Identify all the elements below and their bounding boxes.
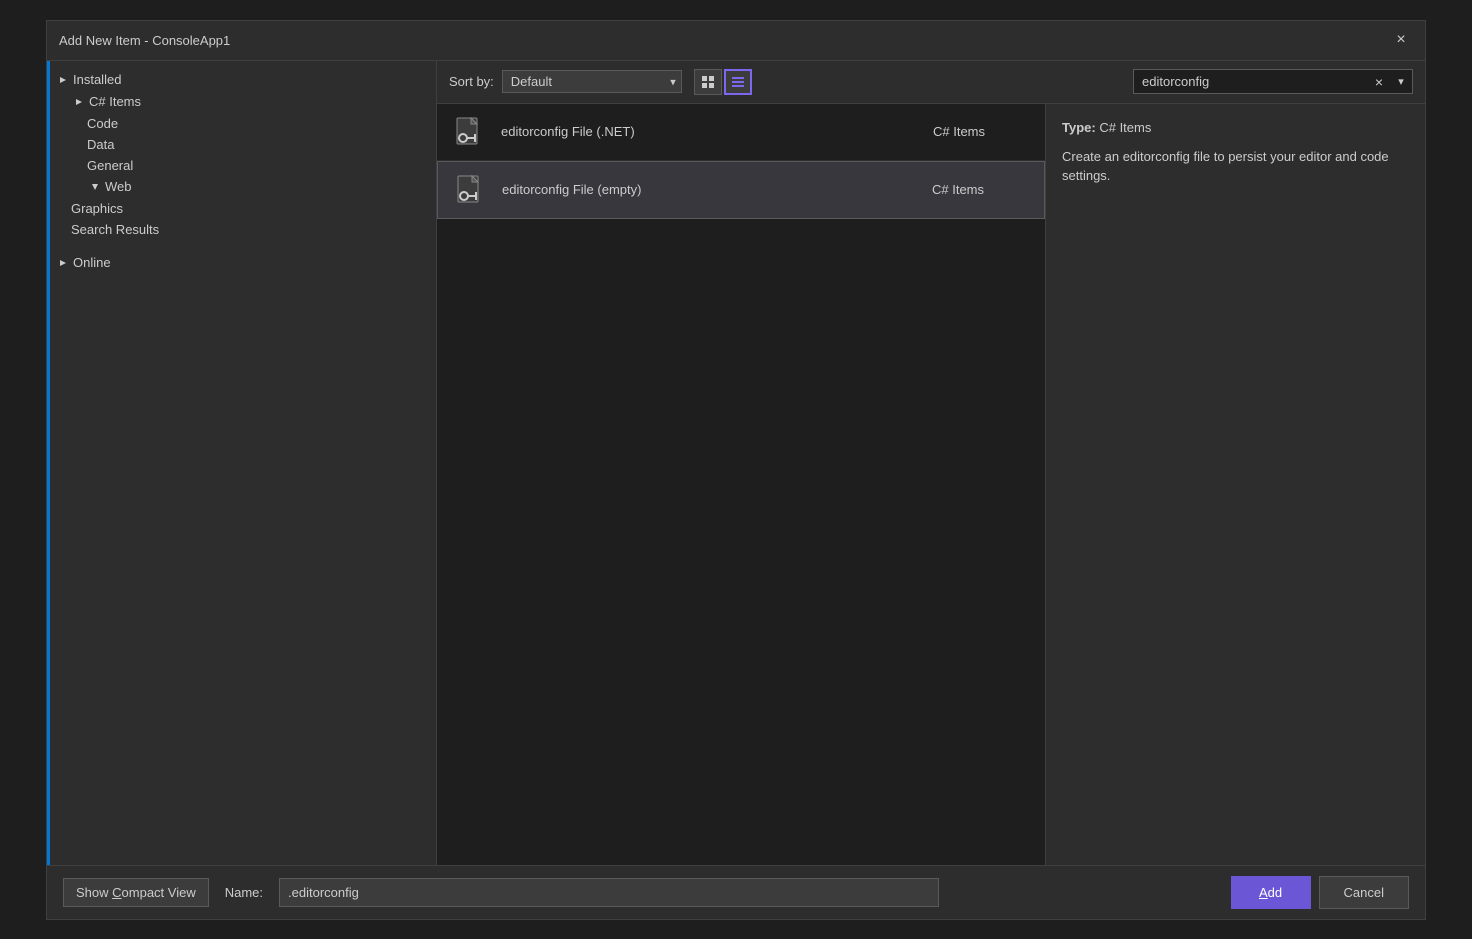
bottom-bar: Show Compact View Name: Add Cancel bbox=[47, 865, 1425, 919]
compact-view-button[interactable]: Show Compact View bbox=[63, 878, 209, 907]
table-row[interactable]: editorconfig File (empty) C# Items bbox=[437, 161, 1045, 219]
blue-indicator bbox=[47, 61, 50, 865]
csharp-items-label: C# Items bbox=[89, 94, 141, 109]
name-label: Name: bbox=[225, 885, 263, 900]
type-label: Type: bbox=[1062, 120, 1096, 135]
main-content: Sort by: Default Name Type bbox=[437, 61, 1425, 865]
sidebar-item-search-results[interactable]: Search Results bbox=[47, 219, 436, 240]
graphics-label: Graphics bbox=[71, 201, 123, 216]
detail-type: Type: C# Items bbox=[1062, 120, 1409, 135]
dialog-title: Add New Item - ConsoleApp1 bbox=[59, 33, 230, 48]
close-button[interactable]: × bbox=[1389, 28, 1413, 52]
sidebar: Installed C# Items Code Data General bbox=[47, 61, 437, 865]
sidebar-item-online[interactable]: Online bbox=[47, 252, 436, 274]
content-row: editorconfig File (.NET) C# Items bbox=[437, 104, 1425, 865]
sort-dropdown[interactable]: Default Name Type bbox=[502, 70, 682, 93]
sort-label: Sort by: bbox=[449, 74, 494, 89]
general-label: General bbox=[87, 158, 133, 173]
search-results-label: Search Results bbox=[71, 222, 159, 237]
name-input[interactable] bbox=[279, 878, 939, 907]
view-buttons bbox=[694, 69, 752, 95]
web-arrow-icon bbox=[87, 179, 103, 195]
online-label: Online bbox=[73, 255, 111, 270]
item-category-0: C# Items bbox=[933, 124, 1033, 139]
search-clear-button[interactable]: × bbox=[1369, 72, 1389, 92]
sidebar-item-graphics[interactable]: Graphics bbox=[47, 198, 436, 219]
list-view-button[interactable] bbox=[724, 69, 752, 95]
item-name-0: editorconfig File (.NET) bbox=[501, 124, 933, 139]
search-dropdown-button[interactable]: ▾ bbox=[1391, 72, 1411, 92]
cancel-button[interactable]: Cancel bbox=[1319, 876, 1409, 909]
item-list: editorconfig File (.NET) C# Items bbox=[437, 104, 1045, 865]
sidebar-item-data[interactable]: Data bbox=[47, 134, 436, 155]
action-buttons: Add Cancel bbox=[1231, 876, 1409, 909]
sidebar-item-web[interactable]: Web bbox=[47, 176, 436, 198]
dialog-body: Installed C# Items Code Data General bbox=[47, 61, 1425, 865]
code-label: Code bbox=[87, 116, 118, 131]
data-label: Data bbox=[87, 137, 114, 152]
detail-panel: Type: C# Items Create an editorconfig fi… bbox=[1045, 104, 1425, 865]
online-arrow-icon bbox=[55, 255, 71, 271]
title-bar: Add New Item - ConsoleApp1 × bbox=[47, 21, 1425, 61]
table-row[interactable]: editorconfig File (.NET) C# Items bbox=[437, 104, 1045, 161]
search-box-wrapper: × ▾ bbox=[1133, 69, 1413, 94]
sidebar-item-general[interactable]: General bbox=[47, 155, 436, 176]
add-button[interactable]: Add bbox=[1231, 876, 1311, 909]
item-name-1: editorconfig File (empty) bbox=[502, 182, 932, 197]
item-icon-0 bbox=[449, 112, 489, 152]
sidebar-item-code[interactable]: Code bbox=[47, 113, 436, 134]
sort-dropdown-wrapper: Default Name Type bbox=[502, 70, 682, 93]
item-icon-1 bbox=[450, 170, 490, 210]
csharp-items-arrow-icon bbox=[71, 94, 87, 110]
detail-description: Create an editorconfig file to persist y… bbox=[1062, 147, 1409, 186]
grid-view-button[interactable] bbox=[694, 69, 722, 95]
sidebar-item-csharp-items[interactable]: C# Items bbox=[47, 91, 436, 113]
toolbar: Sort by: Default Name Type bbox=[437, 61, 1425, 104]
installed-arrow-icon bbox=[55, 72, 71, 88]
sidebar-item-installed[interactable]: Installed bbox=[47, 69, 436, 91]
web-label: Web bbox=[105, 179, 132, 194]
type-value: C# Items bbox=[1099, 120, 1151, 135]
installed-label: Installed bbox=[73, 72, 121, 87]
item-category-1: C# Items bbox=[932, 182, 1032, 197]
add-new-item-dialog: Add New Item - ConsoleApp1 × Installed C… bbox=[46, 20, 1426, 920]
